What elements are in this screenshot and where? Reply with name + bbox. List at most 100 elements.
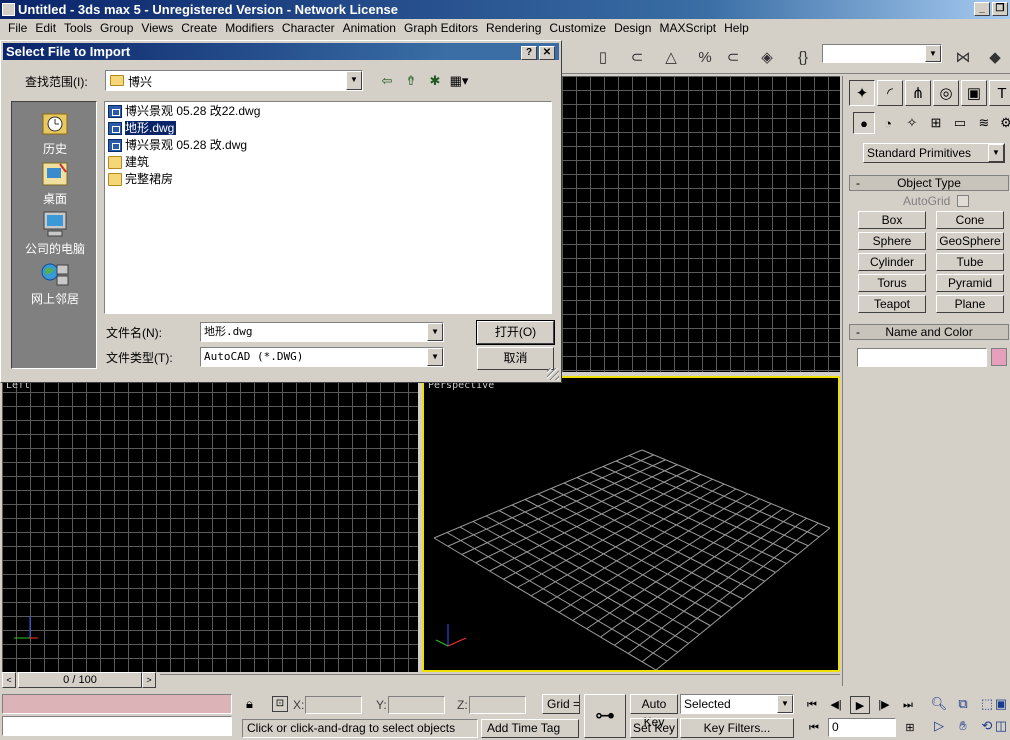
- resize-grip[interactable]: [547, 368, 559, 380]
- restore-button[interactable]: ❐: [992, 2, 1008, 16]
- open-button[interactable]: 打开(O): [476, 320, 555, 345]
- menu-design[interactable]: Design: [610, 19, 655, 38]
- filename-input[interactable]: 地形.dwg ▼: [200, 322, 444, 342]
- previous-frame-icon[interactable]: ◀|: [826, 696, 846, 714]
- y-coord-field[interactable]: [388, 696, 445, 714]
- shapes-icon[interactable]: ◔: [877, 112, 899, 134]
- menu-create[interactable]: Create: [177, 19, 221, 38]
- helpers-icon[interactable]: ▭: [949, 112, 971, 134]
- view-menu-icon[interactable]: ▦▾: [449, 72, 469, 90]
- time-slider[interactable]: < 0 / 100 >: [2, 672, 158, 688]
- spacewarps-icon[interactable]: ≋: [973, 112, 995, 134]
- folder-item[interactable]: 建筑: [107, 154, 149, 171]
- key-selection-combo[interactable]: Selected ▼: [680, 694, 794, 714]
- current-frame-field[interactable]: 0: [828, 718, 896, 737]
- spinner-snap-icon[interactable]: ⊂: [720, 44, 746, 70]
- menu-rendering[interactable]: Rendering: [482, 19, 545, 38]
- menu-file[interactable]: File: [4, 19, 31, 38]
- key-mode-icon[interactable]: ⏮: [804, 719, 824, 737]
- place-desktop[interactable]: 桌面: [12, 160, 98, 207]
- torus-button[interactable]: Torus: [858, 274, 926, 292]
- hierarchy-tab-icon[interactable]: ⋔: [905, 80, 931, 106]
- menu-maxscript[interactable]: MAXScript: [655, 19, 720, 38]
- modify-tab-icon[interactable]: ◜: [877, 80, 903, 106]
- zoom-icon[interactable]: 🔍︎: [928, 694, 950, 714]
- grid-setting[interactable]: Grid = 10.0: [542, 694, 580, 714]
- object-type-rollout[interactable]: - Object Type: [849, 175, 1009, 191]
- object-name-input[interactable]: [857, 348, 987, 367]
- cameras-icon[interactable]: ⊞: [925, 112, 947, 134]
- next-frame-icon[interactable]: |▶: [874, 696, 894, 714]
- maximize-viewport-icon[interactable]: ◫: [990, 716, 1010, 736]
- zoom-all-icon[interactable]: ⧉: [952, 694, 974, 714]
- display-tab-icon[interactable]: ▣: [961, 80, 987, 106]
- menu-graph-editors[interactable]: Graph Editors: [400, 19, 482, 38]
- create-tab-icon[interactable]: ✦: [849, 80, 875, 106]
- back-icon[interactable]: ⇦: [377, 72, 397, 90]
- place-history[interactable]: 历史: [12, 110, 98, 157]
- plane-button[interactable]: Plane: [936, 295, 1004, 313]
- sphere-button[interactable]: Sphere: [858, 232, 926, 250]
- menu-group[interactable]: Group: [96, 19, 137, 38]
- mirror-icon[interactable]: ⋈: [950, 44, 976, 70]
- filetype-select[interactable]: AutoCAD (*.DWG) ▼: [200, 347, 444, 367]
- named-selection-combo[interactable]: ▼: [822, 44, 942, 63]
- new-folder-icon[interactable]: ✱: [425, 72, 445, 90]
- lock-icon[interactable]: 🔒︎: [246, 696, 253, 712]
- absolute-mode-icon[interactable]: ⊡: [272, 696, 288, 712]
- edit-named-selection-icon[interactable]: {}: [790, 44, 816, 70]
- viewport-left[interactable]: Left: [2, 378, 418, 672]
- track-bar[interactable]: [160, 674, 840, 686]
- menu-edit[interactable]: Edit: [31, 19, 60, 38]
- close-button[interactable]: ✕: [539, 46, 555, 60]
- box-button[interactable]: Box: [858, 211, 926, 229]
- menu-help[interactable]: Help: [720, 19, 753, 38]
- auto-key-button[interactable]: Auto Key: [630, 694, 678, 729]
- zoom-extents-all-icon[interactable]: ▣: [990, 694, 1010, 714]
- percent-snap-icon[interactable]: %: [692, 44, 718, 70]
- pyramid-button[interactable]: Pyramid: [936, 274, 1004, 292]
- menu-modifiers[interactable]: Modifiers: [221, 19, 278, 38]
- lights-icon[interactable]: ✧: [901, 112, 923, 134]
- maxscript-listener-output[interactable]: [2, 694, 232, 714]
- folder-item[interactable]: 完整裙房: [107, 171, 173, 188]
- utilities-tab-icon[interactable]: T: [989, 80, 1010, 106]
- z-coord-field[interactable]: [469, 696, 526, 714]
- set-keys-icon[interactable]: ⊶: [584, 694, 626, 738]
- field-of-view-icon[interactable]: ▷: [928, 716, 950, 736]
- x-coord-field[interactable]: [305, 696, 362, 714]
- geometry-icon[interactable]: ●: [853, 112, 875, 134]
- pan-icon[interactable]: ✋︎: [952, 716, 974, 736]
- tube-button[interactable]: Tube: [936, 253, 1004, 271]
- file-item[interactable]: 博兴景观 05.28 改22.dwg: [107, 103, 260, 120]
- key-filters-button[interactable]: Key Filters...: [680, 718, 794, 738]
- place-my-computer[interactable]: 公司的电脑: [12, 210, 98, 257]
- minimize-button[interactable]: _: [974, 2, 990, 16]
- cylinder-button[interactable]: Cylinder: [858, 253, 926, 271]
- help-button[interactable]: ?: [521, 46, 537, 60]
- angle-snap-icon[interactable]: △: [658, 44, 684, 70]
- menu-tools[interactable]: Tools: [60, 19, 96, 38]
- time-slider-thumb[interactable]: 0 / 100: [18, 672, 142, 688]
- snap-3d-icon[interactable]: ⊂: [624, 44, 650, 70]
- look-in-combo[interactable]: 博兴 ▼: [105, 70, 363, 91]
- add-time-tag-button[interactable]: Add Time Tag: [481, 719, 579, 738]
- viewport-perspective[interactable]: Perspective: [422, 376, 840, 672]
- go-to-end-icon[interactable]: ⏭: [898, 696, 918, 714]
- chevron-right-icon[interactable]: >: [142, 672, 156, 688]
- motion-tab-icon[interactable]: ◎: [933, 80, 959, 106]
- named-selection-icon[interactable]: ◈: [754, 44, 780, 70]
- menu-views[interactable]: Views: [137, 19, 177, 38]
- name-color-rollout[interactable]: - Name and Color: [849, 324, 1009, 340]
- time-config-icon[interactable]: ⊞: [900, 719, 920, 737]
- autogrid-checkbox[interactable]: [957, 195, 969, 207]
- teapot-button[interactable]: Teapot: [858, 295, 926, 313]
- play-icon[interactable]: ▶: [850, 696, 870, 714]
- align-icon[interactable]: ◆: [982, 44, 1008, 70]
- systems-icon[interactable]: ⚙: [995, 112, 1010, 134]
- material-icon[interactable]: ▯: [590, 44, 616, 70]
- geosphere-button[interactable]: GeoSphere: [936, 232, 1004, 250]
- go-to-start-icon[interactable]: ⏮: [802, 696, 822, 714]
- cone-button[interactable]: Cone: [936, 211, 1004, 229]
- menu-customize[interactable]: Customize: [545, 19, 610, 38]
